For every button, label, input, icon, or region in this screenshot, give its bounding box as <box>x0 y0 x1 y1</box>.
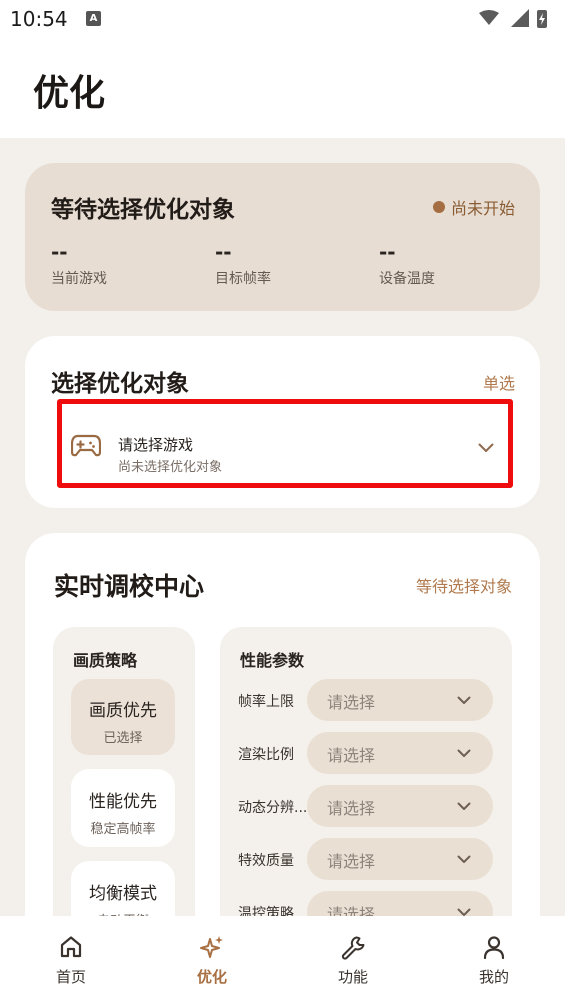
home-icon <box>60 936 82 958</box>
effects-quality-select[interactable]: 请选择 <box>307 838 493 880</box>
param-label: 特效质量 <box>238 853 294 869</box>
nav-item-profile[interactable]: 我的 <box>449 916 539 1004</box>
param-row-dynamic-resolution: 动态分辨... 请选择 <box>220 785 512 827</box>
param-row-render-scale: 渲染比例 请选择 <box>220 732 512 774</box>
sparkle-icon <box>200 936 223 958</box>
status-dot-icon <box>432 201 445 213</box>
param-label: 帧率上限 <box>238 694 294 710</box>
strategy-title: 画质策略 <box>73 651 138 670</box>
metric-device-temp: -- 设备温度 <box>379 240 435 288</box>
metric-label: 目标帧率 <box>215 271 271 287</box>
status-card-title: 等待选择优化对象 <box>51 197 235 223</box>
bottom-nav: 首页 优化 功能 我的 <box>0 916 565 1004</box>
wrench-icon <box>341 936 365 960</box>
dynamic-resolution-select[interactable]: 请选择 <box>307 785 493 827</box>
status-badge: 尚未开始 <box>432 195 515 219</box>
status-badge-label: 尚未开始 <box>450 199 515 218</box>
option-sub: 已选择 <box>103 731 143 746</box>
nav-label: 我的 <box>478 968 509 986</box>
param-row-effects-quality: 特效质量 请选择 <box>220 838 512 880</box>
select-value: 请选择 <box>327 693 376 712</box>
strategy-option-quality[interactable]: 画质优先 已选择 <box>71 679 175 755</box>
metric-label: 当前游戏 <box>51 271 107 287</box>
tune-status: 等待选择对象 <box>415 577 512 596</box>
metric-target-fps: -- 目标帧率 <box>215 240 271 288</box>
select-value: 请选择 <box>327 852 376 871</box>
param-row-fps-limit: 帧率上限 请选择 <box>220 679 512 721</box>
tuning-center-card: 实时调校中心 等待选择对象 画质策略 画质优先 已选择 性能优先 稳定高帧率 均… <box>25 533 540 957</box>
person-icon <box>483 936 505 960</box>
status-icons <box>479 9 547 28</box>
page-title: 优化 <box>33 73 106 114</box>
select-card-title: 选择优化对象 <box>51 371 189 397</box>
nav-item-features[interactable]: 功能 <box>308 916 398 1004</box>
nav-item-optimize[interactable]: 优化 <box>167 916 257 1004</box>
metric-value: -- <box>215 240 232 264</box>
param-label: 动态分辨... <box>238 800 308 816</box>
single-select-toggle[interactable]: 单选 <box>483 370 515 394</box>
signal-icon <box>511 9 529 27</box>
metric-value: -- <box>379 240 396 264</box>
nav-label: 功能 <box>337 968 368 986</box>
strategy-option-performance[interactable]: 性能优先 稳定高帧率 <box>71 769 175 847</box>
performance-params-panel: 性能参数 帧率上限 请选择 渲染比例 请选择 动态分辨... 请选择 特效质量 <box>220 627 512 957</box>
option-label: 均衡模式 <box>89 884 157 904</box>
chevron-down-icon <box>457 855 471 863</box>
optimization-status-card: 等待选择优化对象 尚未开始 -- 当前游戏 -- 目标帧率 -- 设备温度 <box>25 163 540 311</box>
status-time: 10:54 <box>10 7 68 31</box>
option-sub: 稳定高帧率 <box>90 822 156 837</box>
render-scale-select[interactable]: 请选择 <box>307 732 493 774</box>
param-label: 渲染比例 <box>238 747 294 763</box>
select-value: 请选择 <box>327 746 376 765</box>
nav-label: 首页 <box>55 968 86 986</box>
nav-label: 优化 <box>196 968 227 986</box>
chevron-down-icon <box>457 802 471 810</box>
notification-a-icon: A <box>86 11 101 26</box>
fps-limit-select[interactable]: 请选择 <box>307 679 493 721</box>
metric-current-game: -- 当前游戏 <box>51 240 107 288</box>
nav-item-home[interactable]: 首页 <box>26 916 116 1004</box>
option-label: 性能优先 <box>89 792 157 812</box>
params-title: 性能参数 <box>240 651 305 670</box>
metric-label: 设备温度 <box>379 271 435 287</box>
chevron-down-icon <box>457 749 471 757</box>
metric-value: -- <box>51 240 68 264</box>
highlight-box <box>57 399 513 488</box>
tune-card-title: 实时调校中心 <box>54 572 205 601</box>
option-label: 画质优先 <box>89 701 157 721</box>
header: 优化 <box>0 38 565 138</box>
quality-strategy-panel: 画质策略 画质优先 已选择 性能优先 稳定高帧率 均衡模式 自动平衡 <box>53 627 195 957</box>
chevron-down-icon <box>457 696 471 704</box>
wifi-icon <box>479 10 499 25</box>
status-bar: 10:54 A <box>0 0 565 38</box>
select-value: 请选择 <box>327 799 376 818</box>
